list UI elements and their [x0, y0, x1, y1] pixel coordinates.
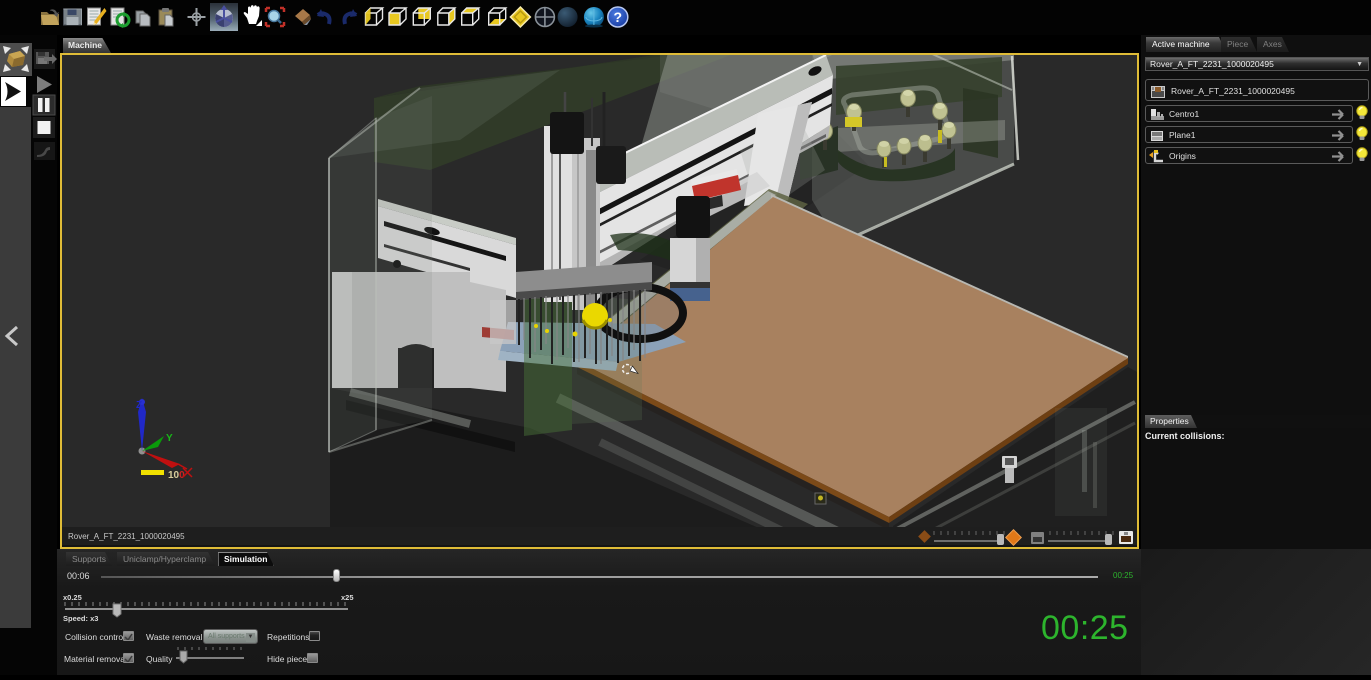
svg-text:Z: Z [136, 400, 142, 411]
svg-text:100: 100 [168, 470, 185, 481]
svg-text:Y: Y [166, 433, 173, 444]
svg-text:?: ? [614, 9, 623, 25]
